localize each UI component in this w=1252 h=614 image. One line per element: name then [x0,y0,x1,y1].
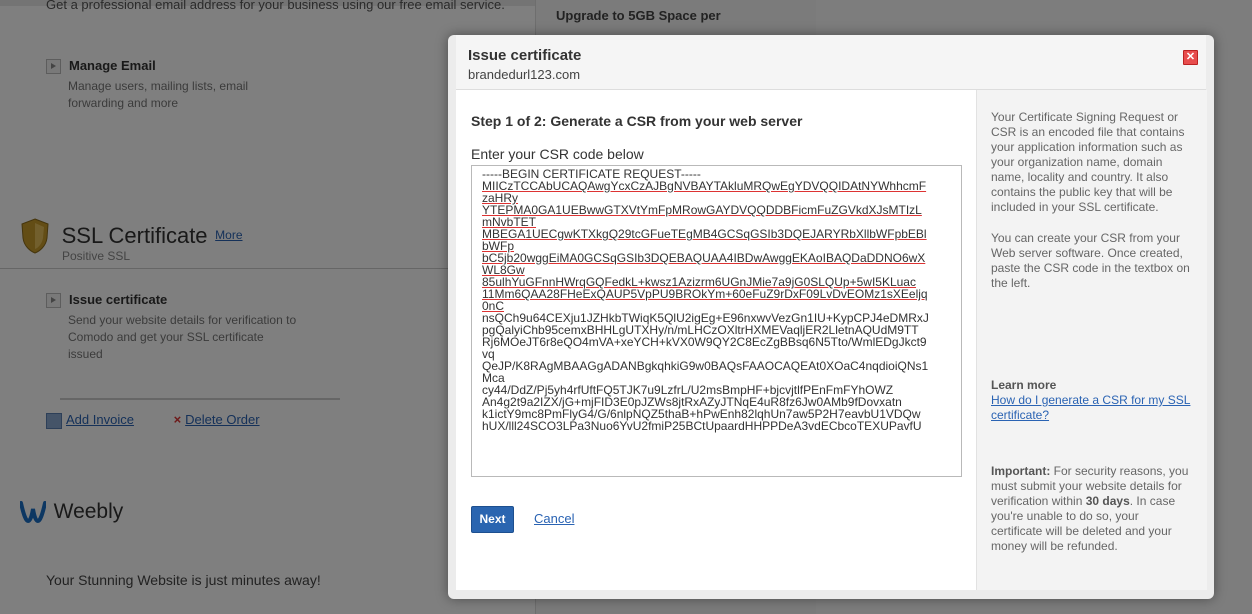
learn-more-heading: Learn more [991,378,1057,392]
csr-help-text: Your Certificate Signing Request or CSR … [991,110,1185,214]
csr-line: bC5jb20wggEiMA0GCSqGSIb3DQEBAQUAA4IBDwAw… [482,251,926,265]
csr-content[interactable]: -----BEGIN CERTIFICATE REQUEST----- MIICz… [472,166,961,432]
important-label: Important: [991,464,1051,478]
csr-line: 11Mm6QAA28FHeExQAUP5VpPU9BROkYm+60eFuZ9r… [482,287,928,301]
next-button[interactable]: Next [471,506,514,533]
csr-line: QeJP/K8RAgMBAAGgADANBgkqhkiG9w0BAQsFAAOC… [482,359,929,373]
csr-label: Enter your CSR code below [471,146,644,162]
modal-main-panel: Step 1 of 2: Generate a CSR from your we… [456,90,976,590]
important-notice: Important: For security reasons, you mus… [991,464,1191,554]
csr-line: YTEPMA0GA1UEBwwGTXVtYmFpMRowGAYDVQQDDBFi… [482,203,922,217]
issue-certificate-modal: Issue certificate brandedurl123.com ✕ St… [448,35,1214,599]
modal-header: Issue certificate brandedurl123.com ✕ [456,35,1206,90]
how-to-generate-csr-link[interactable]: How do I generate a CSR for my SSL certi… [991,393,1191,423]
csr-line: MIICzTCCAbUCAQAwgYcxCzAJBgNVBAYTAkluMRQw… [482,179,927,193]
step-title: Step 1 of 2: Generate a CSR from your we… [471,113,803,129]
csr-line: MBEGA1UECgwKTXkgQ29tcGFueTEgMB4GCSqGSIb3… [482,227,927,241]
csr-line: hUX/lll24SCO3LPa3Nuo6YvU2fmiP25BCtUpaard… [482,419,922,433]
csr-line: Rj6MOeJT6r8eQO4mVA+xeYCH+kVX0W9QY2C8EcZg… [482,335,927,349]
modal-domain: brandedurl123.com [468,67,581,82]
cancel-link[interactable]: Cancel [534,511,574,526]
important-days: 30 days [1085,494,1130,508]
modal-help-panel: Your Certificate Signing Request or CSR … [976,90,1207,590]
modal-title: Issue certificate [468,47,582,64]
csr-create-help-text: You can create your CSR from your Web se… [991,231,1190,290]
csr-textarea[interactable]: -----BEGIN CERTIFICATE REQUEST----- MIICz… [471,165,962,477]
close-icon[interactable]: ✕ [1183,50,1198,65]
